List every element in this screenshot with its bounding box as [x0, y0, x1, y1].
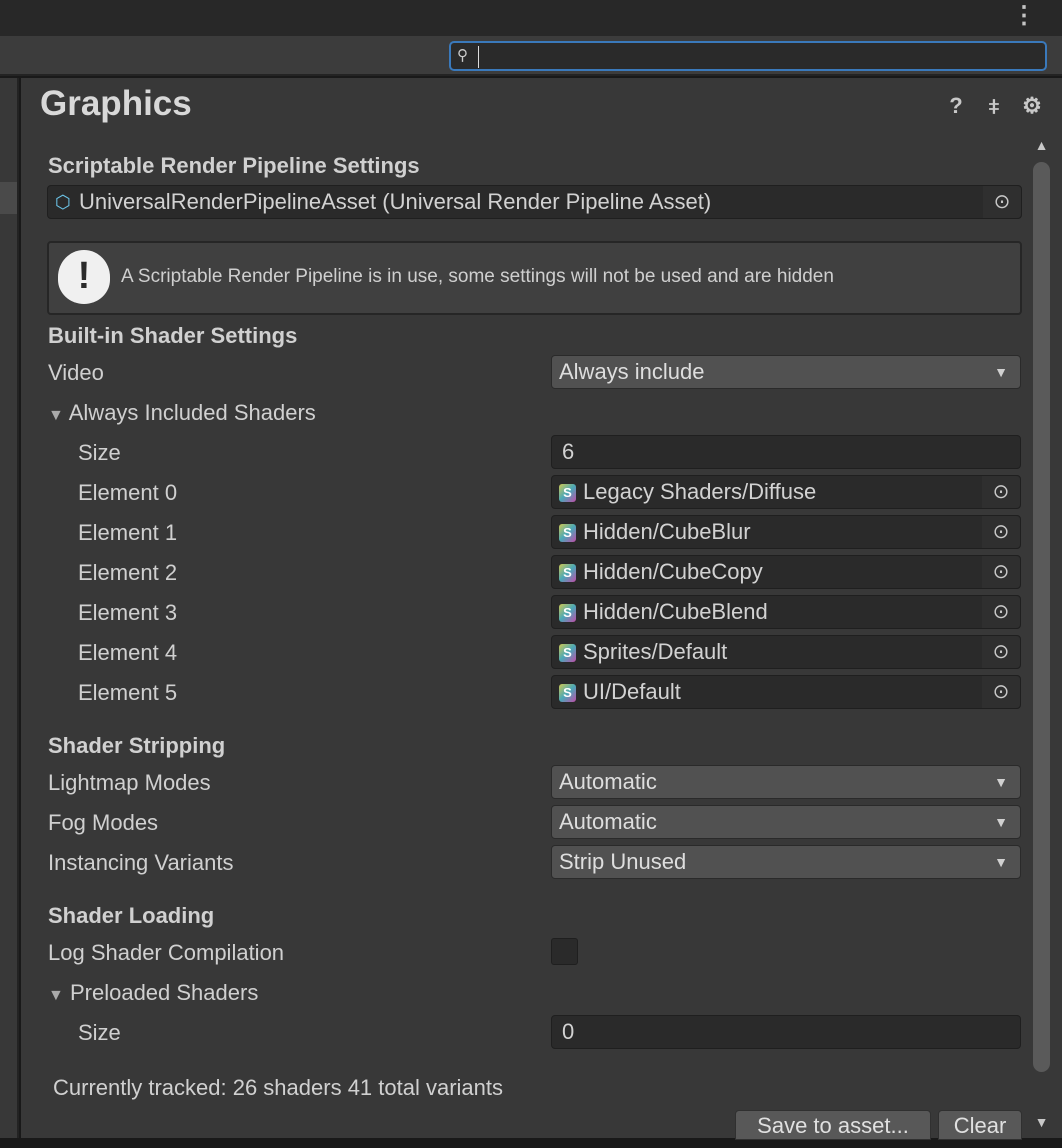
chevron-down-icon: ▼	[994, 854, 1008, 870]
shader-icon: S	[559, 564, 576, 582]
help-icon[interactable]: ?	[944, 94, 968, 118]
video-value: Always include	[559, 359, 705, 384]
foldout-open-icon: ▼	[48, 407, 64, 424]
gear-icon[interactable]: ⚙	[1020, 94, 1044, 118]
section-heading-stripping: Shader Stripping	[48, 733, 226, 758]
presets-icon[interactable]: ⧧	[982, 94, 1006, 118]
search-icon: ⚲	[457, 47, 468, 64]
shader-object-field[interactable]: S Hidden/CubeCopy ⊙	[551, 555, 1021, 589]
shader-name: Hidden/CubeCopy	[583, 559, 763, 584]
fog-label: Fog Modes	[48, 810, 159, 835]
size-label: Size	[78, 440, 121, 465]
clear-button[interactable]: Clear	[938, 1110, 1022, 1140]
page-title: Graphics	[40, 84, 192, 123]
always-included-label: Always Included Shaders	[68, 400, 316, 425]
preloaded-label: Preloaded Shaders	[69, 980, 259, 1005]
always-included-foldout[interactable]: ▼ Always Included Shaders	[48, 400, 316, 426]
shader-icon: S	[559, 644, 576, 662]
sidebar-selected-item[interactable]	[0, 182, 17, 214]
window-top-bar	[0, 0, 1062, 36]
log-compilation-label: Log Shader Compilation	[48, 940, 285, 965]
shader-name: Sprites/Default	[583, 639, 728, 664]
video-dropdown[interactable]: Always include ▼	[551, 355, 1021, 389]
chevron-down-icon: ▼	[994, 364, 1008, 380]
kebab-menu-icon[interactable]: ⋮	[1012, 2, 1036, 32]
shader-object-field[interactable]: S Hidden/CubeBlend ⊙	[551, 595, 1021, 629]
shader-object-field[interactable]: S Hidden/CubeBlur ⊙	[551, 515, 1021, 549]
lightmap-dropdown[interactable]: Automatic ▼	[551, 765, 1021, 799]
shader-name: UI/Default	[583, 679, 681, 704]
size-input[interactable]: 6	[551, 435, 1021, 469]
section-heading-loading: Shader Loading	[48, 903, 215, 928]
fog-dropdown[interactable]: Automatic ▼	[551, 805, 1021, 839]
settings-sidebar[interactable]	[0, 78, 19, 1148]
shader-icon: S	[559, 684, 576, 702]
shader-object-field[interactable]: S Sprites/Default ⊙	[551, 635, 1021, 669]
pipeline-asset-icon: ⬡	[55, 192, 71, 212]
tracked-status: Currently tracked: 26 shaders 41 total v…	[53, 1075, 504, 1100]
preloaded-size-input[interactable]: 0	[551, 1015, 1021, 1049]
chevron-down-icon: ▼	[994, 774, 1008, 790]
preloaded-size-label: Size	[78, 1020, 121, 1045]
element-label: Element 1	[78, 520, 178, 545]
shader-object-field[interactable]: S UI/Default ⊙	[551, 675, 1021, 709]
instancing-dropdown[interactable]: Strip Unused ▼	[551, 845, 1021, 879]
scrollbar-thumb[interactable]	[1033, 162, 1050, 1072]
foldout-open-icon: ▼	[48, 987, 64, 1004]
fog-value: Automatic	[559, 809, 657, 834]
chevron-down-icon: ▼	[994, 814, 1008, 830]
save-to-asset-button[interactable]: Save to asset...	[735, 1110, 931, 1140]
preloaded-shaders-foldout[interactable]: ▼ Preloaded Shaders	[48, 980, 258, 1006]
lightmap-label: Lightmap Modes	[48, 770, 211, 795]
instancing-label: Instancing Variants	[48, 850, 234, 875]
element-label: Element 3	[78, 600, 178, 625]
object-picker-icon[interactable]: ⊙	[983, 186, 1021, 218]
help-text: A Scriptable Render Pipeline is in use, …	[121, 266, 834, 287]
element-label: Element 2	[78, 560, 178, 585]
section-heading-srp: Scriptable Render Pipeline Settings	[48, 153, 420, 178]
video-label: Video	[48, 360, 104, 385]
object-picker-icon[interactable]: ⊙	[982, 636, 1020, 668]
object-picker-icon[interactable]: ⊙	[982, 556, 1020, 588]
scroll-down-icon[interactable]: ▼	[1033, 1114, 1050, 1130]
shader-name: Hidden/CubeBlend	[583, 599, 768, 624]
object-picker-icon[interactable]: ⊙	[982, 596, 1020, 628]
element-label: Element 4	[78, 640, 178, 665]
shader-icon: S	[559, 524, 576, 542]
instancing-value: Strip Unused	[559, 849, 687, 874]
element-label: Element 5	[78, 680, 178, 705]
shader-object-field[interactable]: S Legacy Shaders/Diffuse ⊙	[551, 475, 1021, 509]
text-caret	[478, 46, 479, 68]
object-picker-icon[interactable]: ⊙	[982, 516, 1020, 548]
render-pipeline-asset-field[interactable]: ⬡ UniversalRenderPipelineAsset (Universa…	[47, 185, 1022, 219]
section-heading-builtin: Built-in Shader Settings	[48, 323, 298, 348]
search-input[interactable]: ⚲	[449, 41, 1047, 71]
shader-name: Hidden/CubeBlur	[583, 519, 751, 544]
element-label: Element 0	[78, 480, 178, 505]
object-picker-icon[interactable]: ⊙	[982, 476, 1020, 508]
shader-icon: S	[559, 604, 576, 622]
shader-icon: S	[559, 484, 576, 502]
shader-name: Legacy Shaders/Diffuse	[583, 479, 817, 504]
lightmap-value: Automatic	[559, 769, 657, 794]
warning-icon: !	[58, 250, 110, 304]
object-picker-icon[interactable]: ⊙	[982, 676, 1020, 708]
scroll-up-icon[interactable]: ▲	[1033, 137, 1050, 153]
log-compilation-checkbox[interactable]	[551, 938, 578, 965]
asset-name: UniversalRenderPipelineAsset (Universal …	[79, 189, 712, 214]
